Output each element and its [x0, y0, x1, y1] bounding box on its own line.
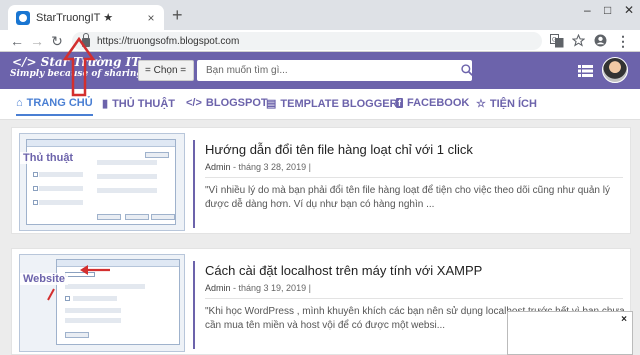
nav-item-thu-thuat[interactable]: ▮ THỦ THUẬT [102, 97, 175, 111]
thumbnail-screenshot [56, 259, 180, 345]
browser-tab[interactable]: StarTruongIT ★ × [8, 5, 164, 30]
post-author[interactable]: Admin [205, 283, 231, 293]
red-arrow-annotation-icon [80, 265, 110, 275]
file-icon: ▤ [266, 98, 277, 110]
nav-item-template-blogger[interactable]: ▤ TEMPLATE BLOGGER [266, 97, 398, 111]
book-icon: ▮ [102, 98, 109, 110]
post-snippet: "Vì nhiều lý do mà bạn phải đổi tên file… [205, 185, 610, 210]
nav-item-label: TIỆN ÍCH [489, 97, 537, 110]
annotation-up-arrow-icon [62, 37, 96, 97]
post-card[interactable]: Thủ thuật Hướng dẫn đổi tên file hàng lo… [11, 127, 631, 234]
post-category-label[interactable]: Thủ thuật [20, 152, 77, 164]
user-avatar[interactable] [602, 57, 628, 83]
search-icon[interactable] [460, 63, 474, 77]
post-thumbnail[interactable]: Thủ thuật [19, 133, 185, 231]
minimize-button[interactable]: – [584, 3, 591, 17]
facebook-icon: f [396, 98, 403, 108]
post-meta: Admin - tháng 3 28, 2019 | [205, 162, 311, 172]
menu-list-icon[interactable] [578, 65, 593, 77]
bookmark-star-icon[interactable] [572, 34, 585, 47]
popup-close-button[interactable]: × [621, 314, 627, 325]
forward-arrow-icon[interactable]: → [28, 32, 46, 50]
nav-item-trang-chu[interactable]: ⌂ TRANG CHỦ [16, 97, 93, 116]
category-select[interactable]: = Chọn = [138, 60, 194, 81]
post-category-label[interactable]: Website [20, 273, 68, 285]
post-meta: Admin - tháng 3 19, 2019 | [205, 283, 311, 293]
category-nav: ⌂ TRANG CHỦ ▮ THỦ THUẬT </> BLOGSPOT ▤ TEMPL… [0, 89, 640, 120]
nav-item-facebook[interactable]: f FACEBOOK [396, 97, 469, 109]
more-options-icon[interactable]: ⋮ [614, 32, 632, 50]
post-title[interactable]: Hướng dẫn đổi tên file hàng loạt chỉ với… [205, 142, 473, 157]
close-window-button[interactable]: ✕ [624, 3, 634, 17]
post-divider [193, 261, 195, 349]
nav-item-label: TEMPLATE BLOGGER [280, 97, 398, 110]
user-profile-icon[interactable] [594, 34, 607, 47]
tab-close-button[interactable]: × [144, 11, 158, 25]
search-input[interactable]: Bạn muốn tìm gì... [197, 60, 472, 81]
nav-item-label: THỦ THUẬT [112, 97, 175, 110]
tab-title: StarTruongIT ★ [36, 12, 114, 24]
post-date: - tháng 3 19, 2019 | [230, 283, 311, 293]
svg-text:G: G [552, 38, 557, 44]
popup-ad-box: × [507, 311, 633, 355]
post-author[interactable]: Admin [205, 162, 231, 172]
red-mark-icon [47, 288, 55, 301]
translate-icon[interactable]: G [550, 34, 564, 48]
home-icon: ⌂ [16, 97, 23, 109]
code-icon: </> [186, 97, 202, 109]
post-thumbnail[interactable]: Website [19, 254, 185, 352]
browser-tab-bar: StarTruongIT ★ × + – □ ✕ [0, 0, 640, 30]
site-favicon-icon [16, 10, 30, 25]
back-arrow-icon[interactable]: ← [8, 32, 26, 50]
nav-item-blogspot[interactable]: </> BLOGSPOT [186, 97, 268, 109]
nav-item-label: TRANG CHỦ [26, 97, 93, 109]
nav-item-tien-ich[interactable]: ☆ TIỆN ÍCH [476, 97, 537, 111]
post-separator [205, 298, 623, 299]
browser-toolbar: ← → ↻ https://truongsofm.blogspot.com G … [0, 30, 640, 52]
post-title[interactable]: Cách cài đặt localhost trên máy tính với… [205, 263, 482, 278]
post-separator [205, 177, 623, 178]
site-header: </> Star Trường IT Simply because of sha… [0, 52, 640, 89]
post-divider [193, 140, 195, 228]
new-tab-button[interactable]: + [172, 6, 183, 24]
maximize-button[interactable]: □ [604, 3, 611, 17]
url-text: https://truongsofm.blogspot.com [97, 35, 240, 47]
nav-item-label: FACEBOOK [407, 97, 470, 109]
nav-item-label: BLOGSPOT [205, 97, 268, 109]
star-icon: ☆ [476, 98, 486, 110]
address-bar[interactable]: https://truongsofm.blogspot.com [72, 32, 542, 50]
post-date: - tháng 3 28, 2019 | [230, 162, 311, 172]
